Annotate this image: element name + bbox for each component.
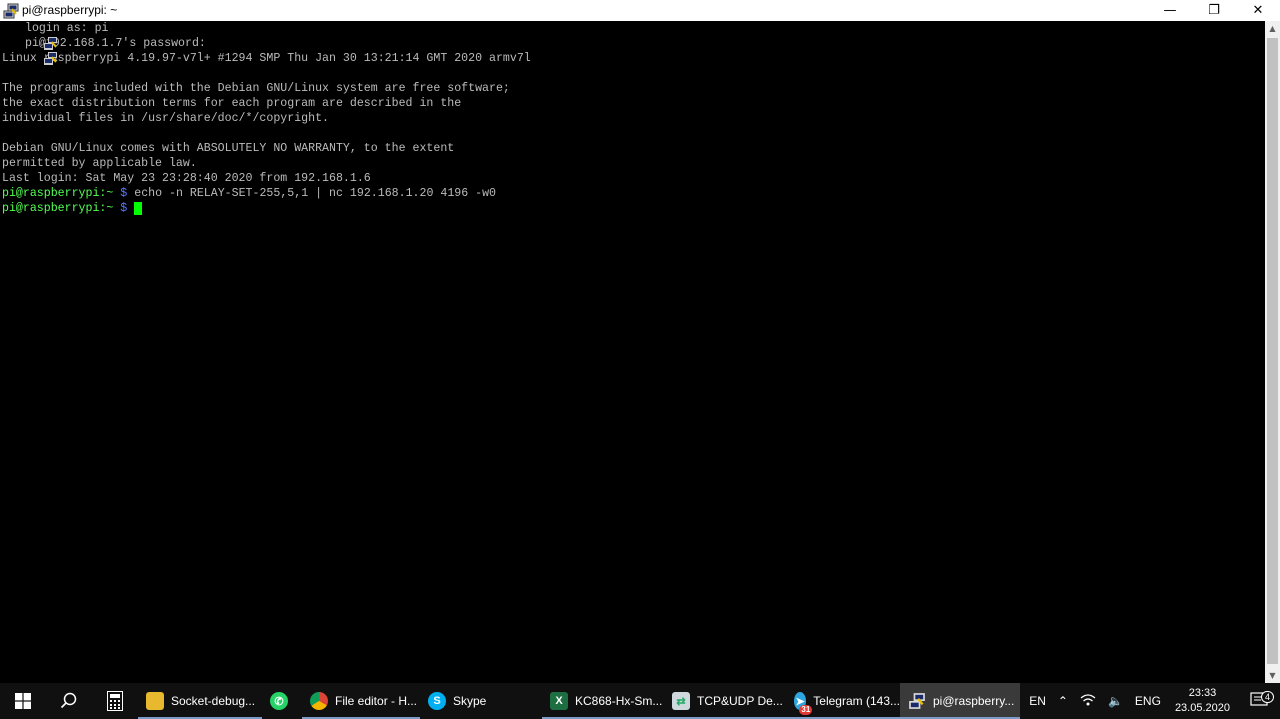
- volume-icon[interactable]: 🔈: [1102, 694, 1129, 708]
- terminal-output[interactable]: login as: pi pi@192.168.1.7's password: …: [0, 21, 1265, 683]
- tcpudp-icon: ⇄: [672, 692, 690, 710]
- language-short[interactable]: EN: [1023, 694, 1052, 708]
- terminal-line: Last login: Sat May 23 23:28:40 2020 fro…: [2, 172, 371, 185]
- window-controls: — ❐ ✕: [1148, 0, 1280, 21]
- taskbar-item-tcpudp[interactable]: ⇄ TCP&UDP De...: [664, 683, 786, 719]
- terminal-line: login as: pi: [2, 21, 1265, 50]
- scroll-down-icon[interactable]: ▼: [1265, 668, 1280, 683]
- taskbar-item-file-editor[interactable]: File editor - H...: [302, 683, 420, 719]
- calculator-icon: [107, 691, 123, 711]
- start-button[interactable]: [0, 683, 46, 719]
- title-bar: pi@raspberrypi: ~ — ❐ ✕: [0, 0, 1280, 21]
- terminal-line: The programs included with the Debian GN…: [2, 82, 510, 95]
- key-icon: [2, 37, 57, 65]
- terminal-line: Linux raspberrypi 4.19.97-v7l+ #1294 SMP…: [2, 52, 531, 65]
- prompt-user: pi@raspberrypi:~: [2, 187, 114, 200]
- terminal-line: pi@192.168.1.7's password:: [2, 36, 1265, 65]
- search-button[interactable]: [46, 683, 92, 719]
- clock[interactable]: 23:33 23.05.2020: [1167, 686, 1238, 716]
- active-prompt-line[interactable]: pi@raspberrypi:~ $: [2, 201, 1265, 216]
- telegram-badge: 31: [799, 705, 813, 715]
- terminal-line: the exact distribution terms for each pr…: [2, 97, 462, 110]
- search-icon: [60, 692, 77, 709]
- putty-icon[interactable]: [3, 3, 19, 19]
- taskbar-item-excel[interactable]: X KC868-Hx-Sm...: [542, 683, 664, 719]
- putty-icon: [908, 692, 926, 710]
- taskbar-item-telegram[interactable]: ➤ 31 Telegram (143...: [786, 683, 900, 719]
- notification-count: 4: [1260, 690, 1274, 703]
- restore-button[interactable]: ❐: [1192, 0, 1236, 21]
- terminal-line: Debian GNU/Linux comes with ABSOLUTELY N…: [2, 142, 455, 155]
- whatsapp-icon: ✆: [270, 692, 288, 710]
- calculator-button[interactable]: [92, 683, 138, 719]
- scroll-thumb[interactable]: [1267, 38, 1278, 664]
- folder-icon: [146, 692, 164, 710]
- key-icon: [2, 22, 57, 50]
- taskbar-item-putty[interactable]: pi@raspberry...: [900, 683, 1020, 719]
- login-text: login as: pi: [25, 22, 109, 35]
- clock-time: 23:33: [1188, 687, 1217, 699]
- command-text: echo -n RELAY-SET-255,5,1 | nc 192.168.1…: [134, 187, 497, 200]
- clock-date: 23.05.2020: [1174, 702, 1230, 714]
- prompt-user: pi@raspberrypi:~: [2, 202, 114, 215]
- windows-icon: [15, 693, 31, 709]
- excel-icon: X: [550, 692, 568, 710]
- prompt-dollar: $: [120, 202, 128, 215]
- taskbar: Socket-debug... ✆ File editor - H... S S…: [0, 683, 1280, 719]
- prompt-dollar: $: [120, 187, 128, 200]
- chrome-icon: [310, 692, 328, 710]
- scroll-up-icon[interactable]: ▲: [1265, 21, 1280, 36]
- terminal-line: individual files in /usr/share/doc/*/cop…: [2, 112, 329, 125]
- close-button[interactable]: ✕: [1236, 0, 1280, 21]
- vertical-scrollbar[interactable]: ▲ ▼: [1265, 21, 1280, 683]
- telegram-icon: ➤ 31: [794, 692, 813, 715]
- taskbar-item-socket-debug[interactable]: Socket-debug...: [138, 683, 262, 719]
- minimize-button[interactable]: —: [1148, 0, 1192, 21]
- language-long[interactable]: ENG: [1129, 694, 1167, 708]
- skype-icon: S: [428, 692, 446, 710]
- taskbar-item-skype[interactable]: S Skype: [420, 683, 542, 719]
- notification-icon[interactable]: 4: [1238, 690, 1280, 711]
- taskbar-item-whatsapp[interactable]: ✆: [262, 683, 302, 719]
- chevron-up-icon[interactable]: ⌃: [1052, 694, 1074, 708]
- network-icon[interactable]: [1074, 693, 1102, 710]
- system-tray: EN ⌃ 🔈 ENG 23:33 23.05.2020 4: [1023, 683, 1280, 719]
- command-line: pi@raspberrypi:~ $ echo -n RELAY-SET-255…: [2, 186, 1265, 201]
- terminal-line: permitted by applicable law.: [2, 157, 197, 170]
- text-cursor: [134, 202, 143, 215]
- window-title: pi@raspberrypi: ~: [22, 3, 118, 17]
